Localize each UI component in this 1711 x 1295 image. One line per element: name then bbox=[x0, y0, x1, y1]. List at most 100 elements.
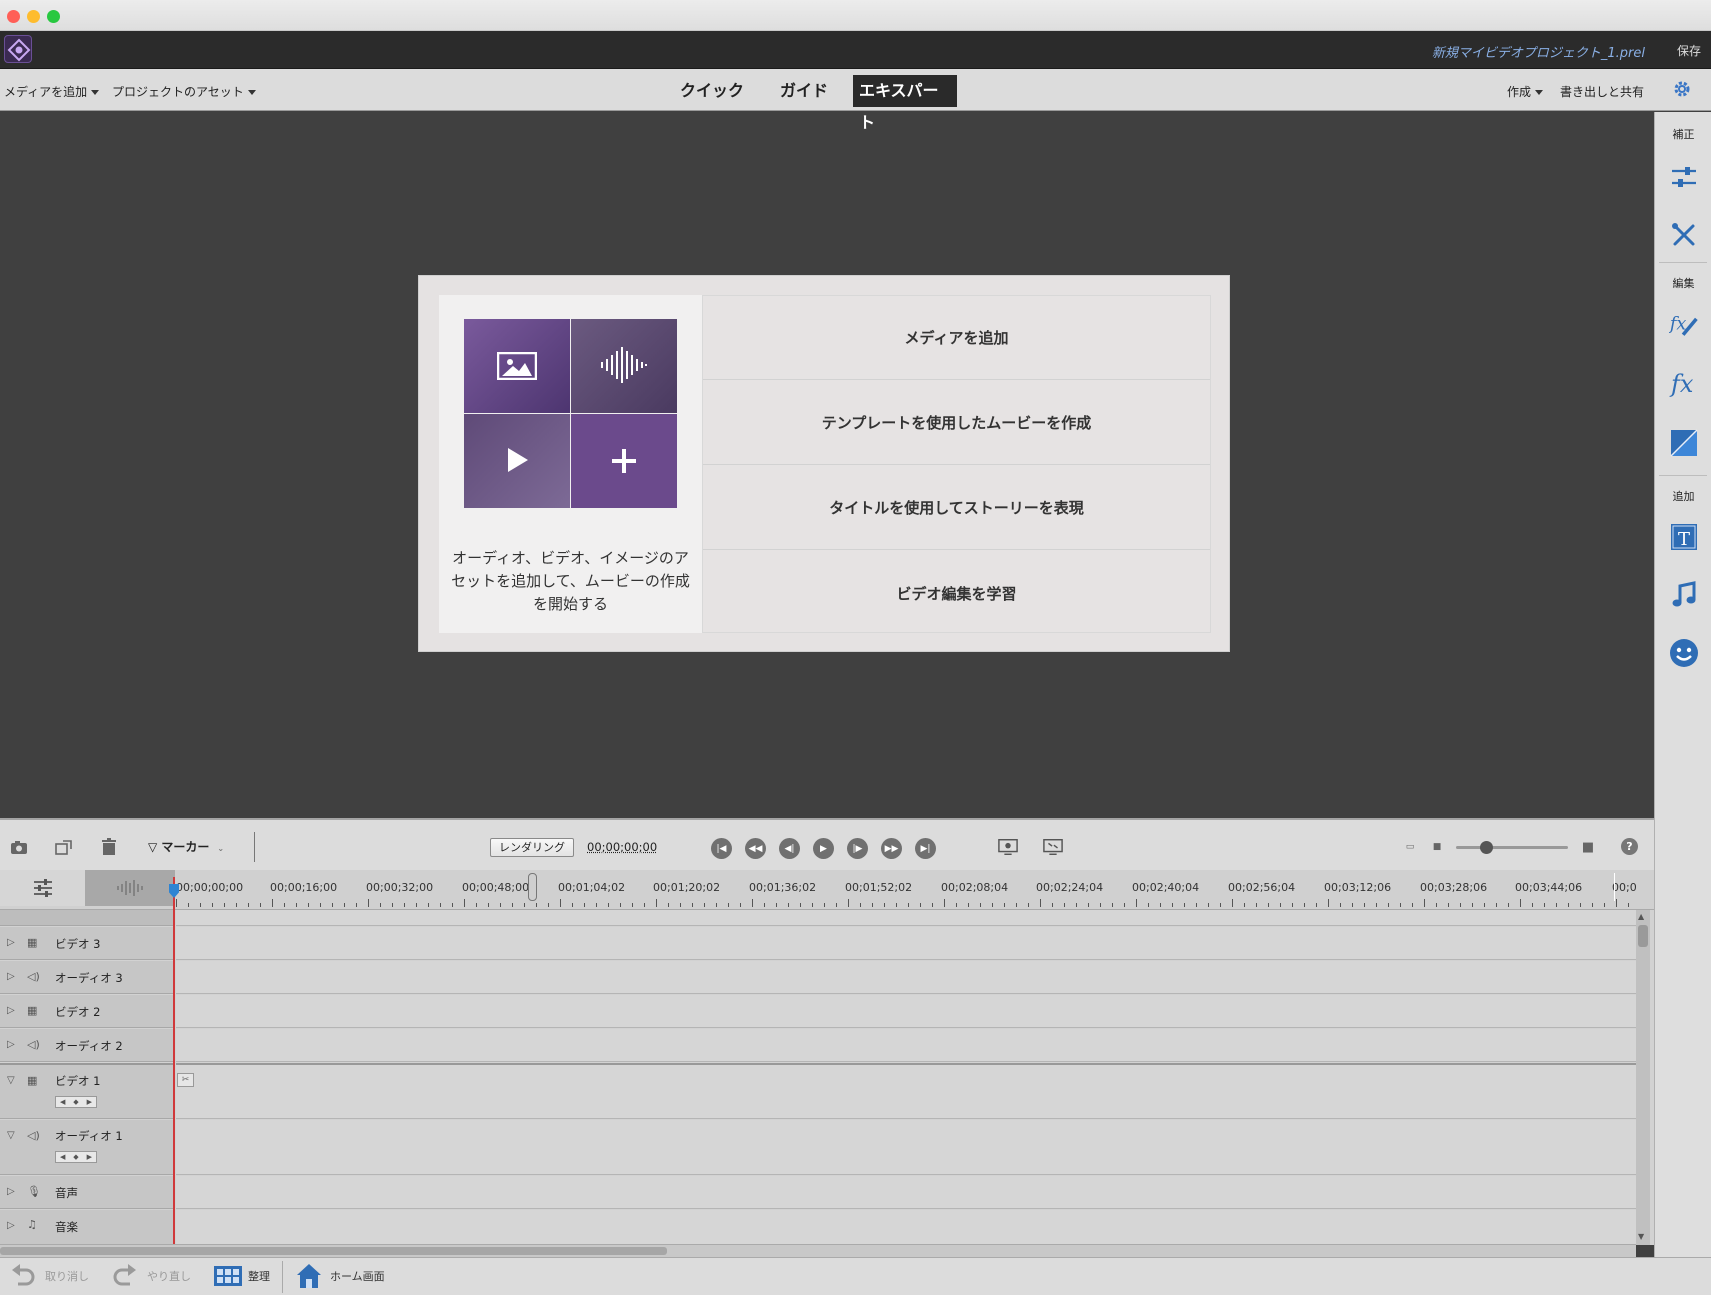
zoom-in-icon[interactable]: ■ bbox=[1578, 838, 1598, 856]
next-keyframe-icon[interactable]: ▶ bbox=[87, 1153, 92, 1161]
track-header[interactable]: ▷ ♫ 音楽 bbox=[0, 1210, 174, 1245]
scroll-up-icon[interactable]: ▲ bbox=[1638, 912, 1644, 921]
keyframe-controls[interactable]: ◀ ◆ ▶ bbox=[55, 1096, 97, 1108]
fullscreen-monitor-icon[interactable] bbox=[1043, 838, 1063, 856]
home-icon[interactable] bbox=[296, 1263, 322, 1293]
track-row[interactable]: ✂ bbox=[176, 1063, 1636, 1119]
track-header[interactable]: ▽ ◁) オーディオ 1 ◀ ◆ ▶ bbox=[0, 1120, 174, 1175]
title-icon[interactable]: T bbox=[1669, 522, 1699, 552]
track-header[interactable]: ▷ ◁) オーディオ 2 bbox=[0, 1029, 174, 1062]
add-keyframe-icon[interactable]: ◆ bbox=[73, 1153, 78, 1161]
next-keyframe-icon[interactable]: ▶ bbox=[87, 1098, 92, 1106]
collapse-triangle-icon[interactable]: ▽ bbox=[7, 1130, 15, 1141]
go-to-start-icon[interactable]: |◀ bbox=[711, 838, 732, 859]
track-settings-icon[interactable] bbox=[0, 870, 85, 906]
organize-label[interactable]: 整理 bbox=[248, 1268, 270, 1284]
media-type-tiles[interactable] bbox=[464, 319, 677, 507]
prev-keyframe-icon[interactable]: ◀ bbox=[60, 1098, 65, 1106]
step-forward-icon[interactable]: |▶ bbox=[847, 838, 868, 859]
option-learn-editing[interactable]: ビデオ編集を学習 bbox=[703, 551, 1210, 635]
timecode-display[interactable]: 00;00;00;00 bbox=[587, 840, 657, 854]
rewind-icon[interactable]: ◀◀ bbox=[745, 838, 766, 859]
home-label[interactable]: ホーム画面 bbox=[330, 1268, 385, 1284]
minimize-window-button[interactable] bbox=[27, 10, 40, 23]
track-row[interactable] bbox=[176, 927, 1636, 960]
step-back-icon[interactable]: ◀| bbox=[779, 838, 800, 859]
close-window-button[interactable] bbox=[7, 10, 20, 23]
project-name[interactable]: 新規マイビデオプロジェクト_1.prel bbox=[1432, 42, 1645, 61]
expand-triangle-icon[interactable]: ▷ bbox=[7, 1005, 15, 1016]
option-title-story[interactable]: タイトルを使用してストーリーを表現 bbox=[703, 466, 1210, 550]
track-header[interactable]: ▷ ▦ ビデオ 3 bbox=[0, 927, 174, 960]
expand-triangle-icon[interactable]: ▷ bbox=[7, 1186, 15, 1197]
expand-triangle-icon[interactable]: ▷ bbox=[7, 1220, 15, 1231]
undo-icon[interactable] bbox=[10, 1264, 36, 1292]
horizontal-scrollbar[interactable] bbox=[0, 1244, 1636, 1257]
save-button[interactable]: 保存 bbox=[1677, 42, 1701, 59]
scroll-down-icon[interactable]: ▼ bbox=[1638, 1232, 1644, 1241]
track-row[interactable] bbox=[176, 1029, 1636, 1062]
work-area-handle[interactable] bbox=[528, 873, 537, 901]
render-monitor-icon[interactable] bbox=[998, 838, 1018, 856]
zoom-slider-thumb[interactable] bbox=[1480, 841, 1493, 854]
music-note-icon[interactable] bbox=[1669, 580, 1699, 610]
export-share-menu[interactable]: 書き出しと共有 bbox=[1560, 83, 1644, 100]
track-header[interactable]: ▷ 🎙︎ 音声 bbox=[0, 1176, 174, 1209]
track-row[interactable] bbox=[176, 961, 1636, 994]
redo-icon[interactable] bbox=[112, 1264, 138, 1292]
vertical-scrollbar[interactable]: ▲ ▼ bbox=[1636, 910, 1650, 1245]
track-row[interactable] bbox=[176, 995, 1636, 1028]
camera-snapshot-icon[interactable] bbox=[10, 838, 30, 856]
applied-effects-icon[interactable]: fx bbox=[1669, 310, 1699, 340]
graphics-smiley-icon[interactable] bbox=[1669, 638, 1699, 668]
app-logo-icon[interactable] bbox=[4, 35, 32, 63]
organize-grid-icon[interactable] bbox=[214, 1266, 242, 1290]
horizontal-scroll-thumb[interactable] bbox=[0, 1247, 667, 1255]
option-template-movie[interactable]: テンプレートを使用したムービーを作成 bbox=[703, 381, 1210, 465]
transitions-icon[interactable] bbox=[1669, 428, 1699, 458]
scissors-icon[interactable]: ✂ bbox=[177, 1073, 194, 1087]
zoom-window-button[interactable] bbox=[47, 10, 60, 23]
fx-effects-icon[interactable]: fx bbox=[1669, 369, 1699, 399]
audio-waveform-toggle-icon[interactable] bbox=[85, 870, 175, 906]
fast-forward-icon[interactable]: ▶▶ bbox=[881, 838, 902, 859]
tools-icon[interactable] bbox=[1669, 220, 1699, 250]
expand-triangle-icon[interactable]: ▷ bbox=[7, 971, 15, 982]
expand-triangle-icon[interactable]: ▷ bbox=[7, 1039, 15, 1050]
option-add-media[interactable]: メディアを追加 bbox=[703, 296, 1210, 380]
add-media-menu[interactable]: メディアを追加 bbox=[4, 83, 99, 100]
zoom-out-icon[interactable]: ▭ bbox=[1400, 838, 1420, 856]
adjust-sliders-icon[interactable] bbox=[1669, 162, 1699, 192]
marker-menu[interactable]: ▽ マーカー ⌄ bbox=[148, 838, 224, 855]
undo-label[interactable]: 取り消し bbox=[45, 1268, 89, 1284]
project-assets-menu[interactable]: プロジェクトのアセット bbox=[112, 83, 256, 100]
small-zoom-icon[interactable]: ■ bbox=[1427, 838, 1447, 856]
smart-trim-icon[interactable] bbox=[54, 838, 74, 856]
redo-label[interactable]: やり直し bbox=[147, 1268, 191, 1284]
track-row[interactable] bbox=[176, 1120, 1636, 1175]
go-to-end-icon[interactable]: ▶| bbox=[915, 838, 936, 859]
render-button[interactable]: レンダリング bbox=[490, 838, 574, 857]
create-menu[interactable]: 作成 bbox=[1507, 83, 1543, 100]
tab-guided[interactable]: ガイド bbox=[774, 75, 834, 107]
track-header[interactable]: ▽ ▦ ビデオ 1 ◀ ◆ ▶ bbox=[0, 1063, 174, 1119]
gear-icon[interactable] bbox=[1671, 78, 1693, 104]
tab-expert[interactable]: エキスパート bbox=[853, 75, 957, 107]
expand-triangle-icon[interactable]: ▷ bbox=[7, 937, 15, 948]
collapse-triangle-icon[interactable]: ▽ bbox=[7, 1075, 15, 1086]
track-row[interactable] bbox=[176, 1176, 1636, 1209]
tab-quick[interactable]: クイック bbox=[674, 75, 750, 107]
zoom-slider[interactable] bbox=[1456, 846, 1568, 849]
track-header[interactable]: ▷ ◁) オーディオ 3 bbox=[0, 961, 174, 994]
trash-icon[interactable] bbox=[99, 838, 119, 856]
prev-keyframe-icon[interactable]: ◀ bbox=[60, 1153, 65, 1161]
playhead-line[interactable] bbox=[173, 877, 175, 1245]
keyframe-controls[interactable]: ◀ ◆ ▶ bbox=[55, 1151, 97, 1163]
play-button-icon[interactable]: ▶ bbox=[813, 838, 834, 859]
track-header[interactable]: ▷ ▦ ビデオ 2 bbox=[0, 995, 174, 1028]
track-row[interactable] bbox=[176, 1210, 1636, 1245]
vertical-scroll-thumb[interactable] bbox=[1638, 925, 1648, 947]
help-icon[interactable]: ? bbox=[1621, 838, 1638, 855]
timeline-ruler[interactable]: 00;00;00;00 00;00;16;00 00;00;32;00 00;0… bbox=[0, 870, 1654, 910]
add-keyframe-icon[interactable]: ◆ bbox=[73, 1098, 78, 1106]
